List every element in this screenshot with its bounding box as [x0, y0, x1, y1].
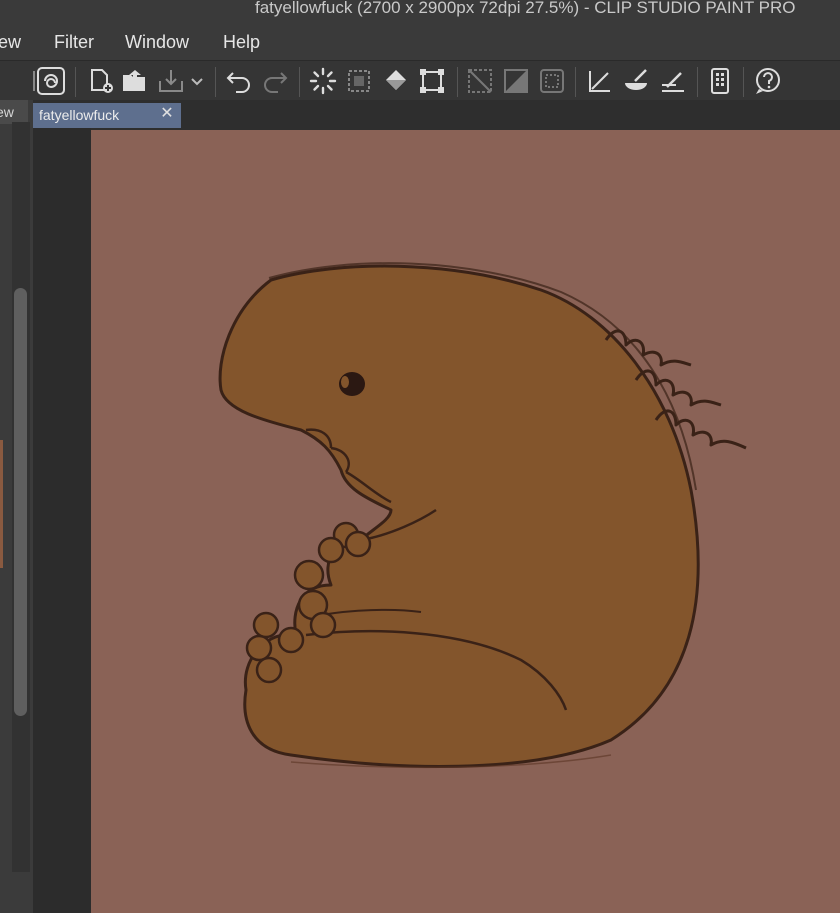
dropdown-chevron-icon[interactable]	[189, 67, 205, 95]
document-tab[interactable]: fatyellowfuck ✕	[33, 103, 181, 128]
select-all-icon[interactable]	[345, 67, 373, 95]
menu-view[interactable]: ew	[0, 32, 21, 53]
panel-tab-view[interactable]: ew	[0, 100, 28, 124]
clip-studio-window: fatyellowfuck (2700 x 2900px 72dpi 27.5%…	[0, 0, 840, 913]
line-icon[interactable]	[659, 67, 687, 95]
toolbar-separator	[299, 67, 300, 97]
device-icon[interactable]	[706, 67, 734, 95]
toolbar-separator	[743, 67, 744, 97]
command-bar	[0, 60, 840, 102]
loading-spinner-icon[interactable]	[309, 67, 337, 95]
grip-icon	[22, 67, 39, 95]
left-dock-panel: ew	[0, 100, 33, 913]
new-canvas-icon[interactable]	[88, 67, 116, 95]
fill-icon[interactable]	[382, 67, 410, 95]
close-tab-icon[interactable]: ✕	[159, 105, 175, 122]
toolbar-separator	[215, 67, 216, 97]
invert-selection-icon[interactable]	[502, 67, 530, 95]
toolbar-separator	[697, 67, 698, 97]
title-bar: fatyellowfuck (2700 x 2900px 72dpi 27.5%…	[0, 0, 840, 24]
menu-bar: ew Filter Window Help	[0, 24, 840, 60]
undo-icon[interactable]	[225, 67, 253, 95]
clip-studio-logo-icon[interactable]	[37, 67, 65, 95]
export-icon[interactable]	[157, 67, 185, 95]
creature-eye-highlight	[341, 376, 349, 388]
menu-help[interactable]: Help	[223, 32, 260, 53]
brush-icon[interactable]	[622, 67, 650, 95]
panel-tab-label: ew	[0, 104, 14, 120]
toolbar-separator	[575, 67, 576, 97]
panel-scrollbar[interactable]	[14, 288, 27, 716]
toolbar-separator	[457, 67, 458, 97]
window-title: fatyellowfuck (2700 x 2900px 72dpi 27.5%…	[255, 0, 796, 17]
canvas-gutter	[33, 128, 91, 913]
clear-selection-icon[interactable]	[466, 67, 494, 95]
help-icon[interactable]	[754, 67, 782, 95]
toolbar-separator	[75, 67, 76, 97]
panel-accent-strip	[0, 440, 3, 568]
menu-filter[interactable]: Filter	[54, 32, 94, 53]
drawing-canvas[interactable]	[91, 130, 840, 913]
show-selection-icon[interactable]	[538, 67, 566, 95]
open-folder-icon[interactable]	[121, 67, 149, 95]
document-tab-label: fatyellowfuck	[39, 107, 120, 123]
ruler-icon[interactable]	[586, 67, 614, 95]
transform-icon[interactable]	[418, 67, 446, 95]
redo-icon[interactable]	[261, 67, 289, 95]
menu-window[interactable]: Window	[125, 32, 189, 53]
artwork	[91, 130, 840, 913]
